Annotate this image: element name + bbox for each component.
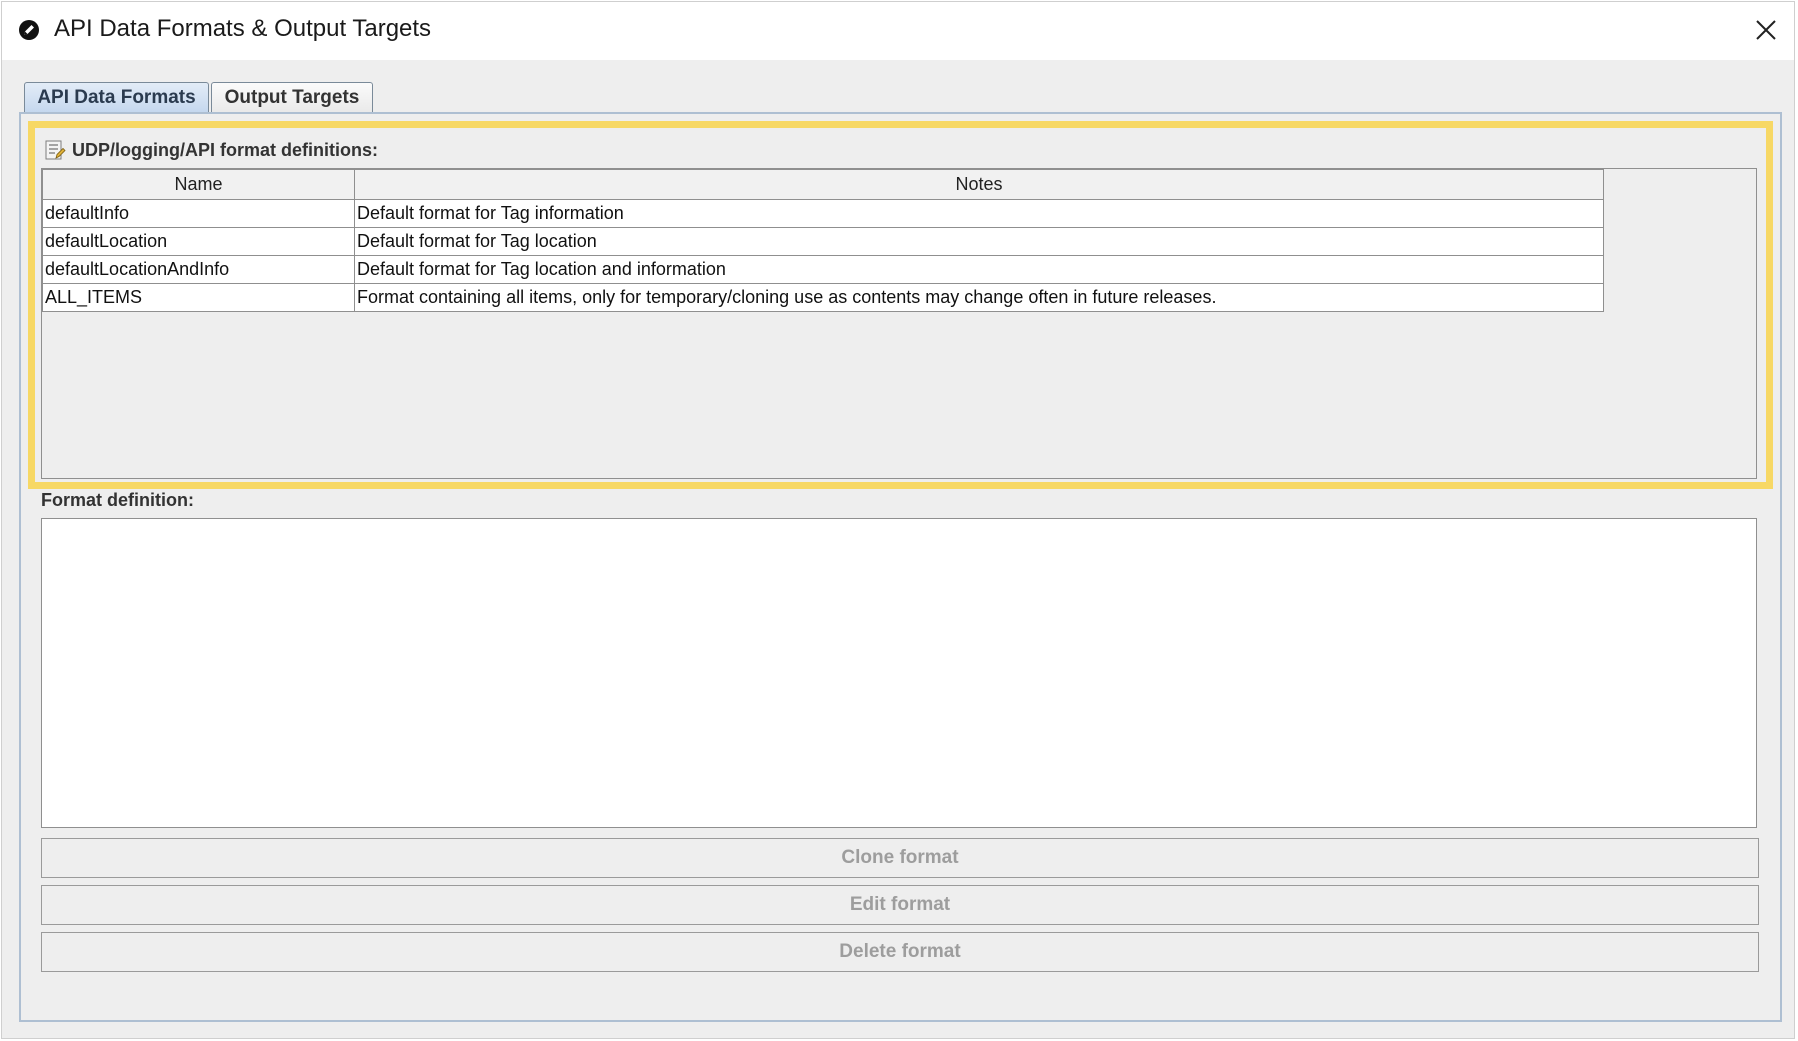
- format-list-icon: [44, 139, 66, 161]
- dialog-window: API Data Formats & Output Targets API Da…: [0, 0, 1798, 1041]
- format-definition-textarea[interactable]: [41, 518, 1757, 828]
- definitions-table: Name Notes defaultInfo Default format fo…: [42, 169, 1604, 312]
- cell-notes: Default format for Tag location: [354, 227, 1604, 256]
- window-title: API Data Formats & Output Targets: [54, 15, 432, 42]
- cell-name: defaultLocation: [42, 227, 355, 256]
- definitions-header: UDP/logging/API format definitions:: [44, 138, 378, 162]
- close-icon: [1756, 20, 1776, 40]
- table-row[interactable]: defaultLocation Default format for Tag l…: [42, 227, 1604, 256]
- cell-name: ALL_ITEMS: [42, 283, 355, 312]
- close-button[interactable]: [1742, 6, 1790, 54]
- cell-notes: Format containing all items, only for te…: [354, 283, 1604, 312]
- column-header-name[interactable]: Name: [42, 169, 355, 200]
- table-row[interactable]: ALL_ITEMS Format containing all items, o…: [42, 283, 1604, 312]
- delete-format-button[interactable]: Delete format: [41, 932, 1759, 972]
- clone-format-button[interactable]: Clone format: [41, 838, 1759, 878]
- edit-format-button[interactable]: Edit format: [41, 885, 1759, 925]
- format-definition-label: Format definition:: [41, 490, 194, 510]
- cell-notes: Default format for Tag information: [354, 199, 1604, 228]
- edit-pencil-icon: [18, 19, 40, 41]
- table-header-row: Name Notes: [42, 169, 1604, 200]
- definitions-title: UDP/logging/API format definitions:: [72, 139, 378, 160]
- title-bar: API Data Formats & Output Targets: [0, 0, 1798, 60]
- tab-api-data-formats[interactable]: API Data Formats: [24, 82, 209, 113]
- cell-notes: Default format for Tag location and info…: [354, 255, 1604, 284]
- definitions-table-scroll[interactable]: Name Notes defaultInfo Default format fo…: [41, 168, 1757, 479]
- cell-name: defaultLocationAndInfo: [42, 255, 355, 284]
- cell-name: defaultInfo: [42, 199, 355, 228]
- table-row[interactable]: defaultInfo Default format for Tag infor…: [42, 199, 1604, 228]
- tab-output-targets[interactable]: Output Targets: [211, 82, 373, 113]
- table-row[interactable]: defaultLocationAndInfo Default format fo…: [42, 255, 1604, 284]
- column-header-notes[interactable]: Notes: [354, 169, 1604, 200]
